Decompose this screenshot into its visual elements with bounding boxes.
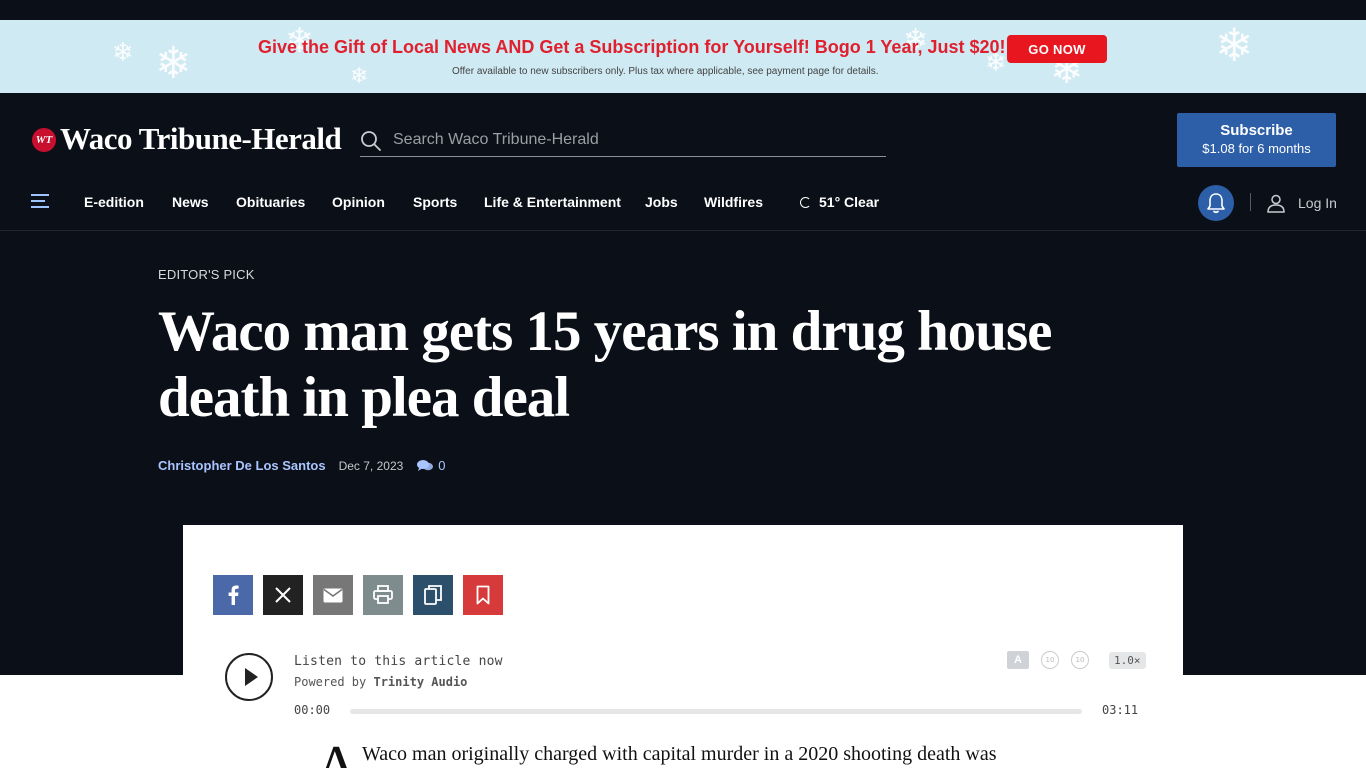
nav-divider — [1250, 193, 1251, 211]
x-icon — [275, 587, 291, 603]
snowflake-icon: ❄ — [350, 64, 369, 89]
comment-count: 0 — [438, 458, 446, 473]
powered-prefix: Powered by — [294, 675, 367, 689]
share-email-button[interactable] — [313, 575, 353, 615]
bookmark-icon — [476, 585, 490, 605]
nav-item-opinion[interactable]: Opinion — [332, 194, 385, 210]
login-link[interactable]: Log In — [1266, 193, 1337, 213]
weather-widget[interactable]: 51° Clear — [800, 194, 879, 210]
main-nav: E-edition News Obituaries Opinion Sports… — [0, 183, 1366, 221]
subscribe-label: Subscribe — [1220, 122, 1293, 139]
nav-item-news[interactable]: News — [172, 194, 209, 210]
comments-link[interactable]: 0 — [417, 458, 446, 473]
email-icon — [323, 588, 343, 602]
audio-progress-bar[interactable] — [350, 709, 1082, 714]
share-x-button[interactable] — [263, 575, 303, 615]
publish-date: Dec 7, 2023 — [338, 458, 404, 473]
weather-text: 51° Clear — [819, 194, 880, 210]
print-button[interactable] — [363, 575, 403, 615]
play-button[interactable] — [225, 653, 273, 701]
listen-label: Listen to this article now — [294, 654, 503, 669]
notifications-button[interactable] — [1198, 185, 1234, 221]
skip-back-icon[interactable]: 10 — [1041, 651, 1059, 669]
article-kicker: EDITOR'S PICK — [158, 267, 255, 282]
moon-icon — [800, 197, 811, 208]
nav-divider-line — [0, 230, 1366, 231]
audio-tools: A 10 10 1.0× — [1007, 651, 1146, 669]
time-current: 00:00 — [294, 703, 331, 717]
drop-cap: A — [315, 734, 359, 768]
article-title: Waco man gets 15 years in drug house dea… — [158, 300, 1052, 429]
translate-icon[interactable]: A — [1007, 651, 1029, 669]
trinity-audio-link[interactable]: Trinity Audio — [373, 675, 467, 689]
search-input[interactable] — [393, 130, 873, 150]
playback-speed[interactable]: 1.0× — [1109, 651, 1146, 669]
promo-banner[interactable]: ❄ ❄ ❄ ❄ ❄ ❄ ❄ ❄ Give the Gift of Local N… — [0, 20, 1366, 93]
powered-by: Powered by Trinity Audio — [294, 675, 467, 689]
snowflake-icon: ❄ — [112, 38, 134, 68]
site-logo[interactable]: Waco Tribune-Herald — [60, 121, 342, 157]
nav-item-sports[interactable]: Sports — [413, 194, 457, 210]
search-bar[interactable] — [360, 126, 886, 157]
article-first-line: Waco man originally charged with capital… — [362, 743, 997, 765]
skip-forward-icon[interactable]: 10 — [1071, 651, 1089, 669]
copy-icon — [424, 585, 442, 605]
facebook-icon — [228, 585, 239, 605]
time-total: 03:11 — [1102, 703, 1139, 717]
article-byline: Christopher De Los Santos Dec 7, 2023 0 — [158, 458, 446, 473]
nav-item-life-entertainment[interactable]: Life & Entertainment — [484, 194, 621, 210]
copy-link-button[interactable] — [413, 575, 453, 615]
save-article-button[interactable] — [463, 575, 503, 615]
bell-icon — [1207, 193, 1225, 214]
audio-player: Listen to this article now Powered by Tr… — [225, 651, 1146, 721]
logo-mark[interactable]: WT — [32, 128, 56, 152]
top-strip — [0, 0, 1366, 20]
share-facebook-button[interactable] — [213, 575, 253, 615]
promo-subtext: Offer available to new subscribers only.… — [452, 66, 879, 77]
print-icon — [373, 585, 393, 604]
nav-item-obituaries[interactable]: Obituaries — [236, 194, 305, 210]
menu-icon[interactable] — [31, 194, 49, 208]
user-icon — [1267, 194, 1285, 213]
snowflake-icon: ❄ — [155, 38, 192, 89]
subscribe-price: $1.08 for 6 months — [1202, 141, 1311, 156]
login-label: Log In — [1298, 195, 1337, 211]
go-now-button[interactable]: GO NOW — [1007, 35, 1107, 63]
author-link[interactable]: Christopher De Los Santos — [158, 458, 326, 473]
promo-headline[interactable]: Give the Gift of Local News AND Get a Su… — [258, 37, 1006, 58]
search-icon[interactable] — [360, 130, 382, 152]
nav-item-e-edition[interactable]: E-edition — [84, 194, 144, 210]
share-toolbar — [213, 575, 503, 615]
comment-icon — [417, 460, 434, 471]
nav-item-wildfires[interactable]: Wildfires — [704, 194, 763, 210]
snowflake-icon: ❄ — [1215, 20, 1254, 72]
subscribe-button[interactable]: Subscribe $1.08 for 6 months — [1177, 113, 1336, 167]
nav-item-jobs[interactable]: Jobs — [645, 194, 678, 210]
article-body-card: Listen to this article now Powered by Tr… — [183, 525, 1183, 768]
